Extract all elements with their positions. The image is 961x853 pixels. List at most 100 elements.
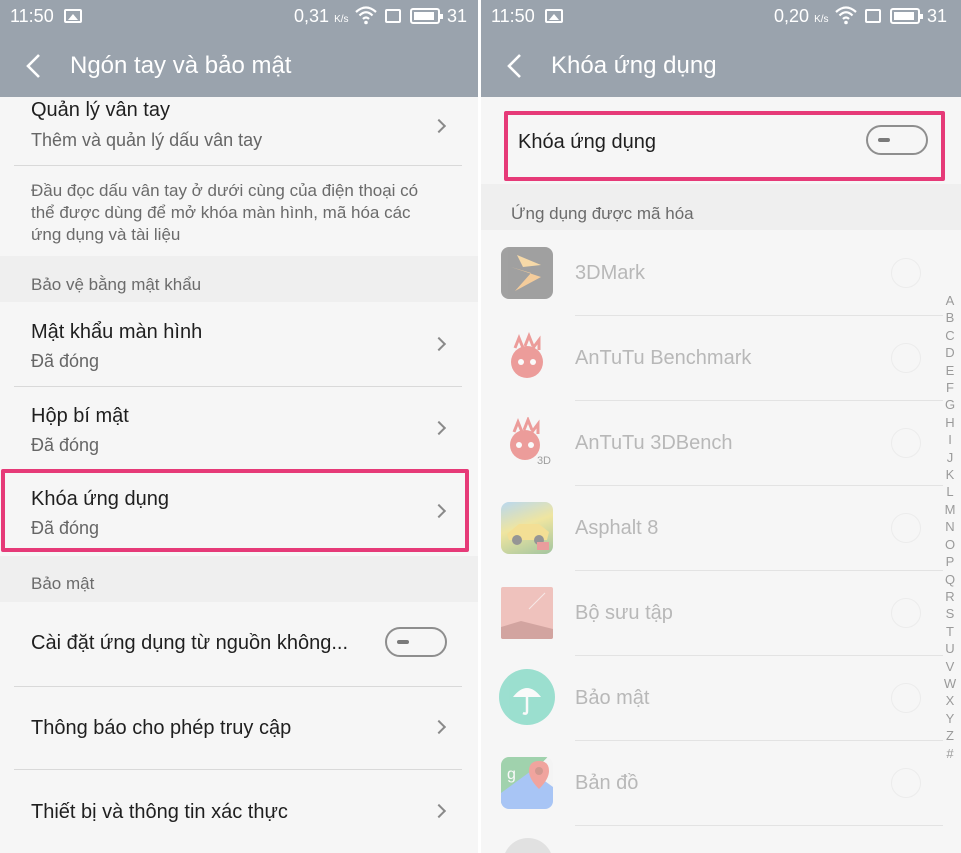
back-arrow-icon[interactable] <box>503 52 529 80</box>
item-title: Mật khẩu màn hình <box>31 321 203 343</box>
index-letter[interactable]: A <box>943 292 957 309</box>
index-letter[interactable]: F <box>943 379 957 396</box>
page-title: Ngón tay và bảo mật <box>70 52 292 79</box>
index-letter[interactable]: K <box>943 466 957 483</box>
index-letter[interactable]: X <box>943 692 957 709</box>
app-row-asphalt[interactable]: Asphalt 8 <box>481 485 961 570</box>
status-bar: 11:50 0,20 K/s 31 <box>481 0 961 34</box>
antutu-3d-icon: 3D <box>501 417 553 469</box>
app-select-radio[interactable] <box>891 683 921 713</box>
chevron-right-icon <box>431 336 447 352</box>
alphabet-index[interactable]: A B C D E F G H I J K L M N O P Q R S T U V W X Y Z # <box>943 292 957 762</box>
battery-icon <box>890 8 923 24</box>
battery-level: 31 <box>447 6 468 26</box>
app-name: Bản đồ <box>575 772 639 794</box>
screen-icon <box>385 9 401 23</box>
index-letter[interactable]: D <box>943 344 957 361</box>
item-subtitle: Đã đóng <box>31 435 100 455</box>
index-letter[interactable]: Q <box>943 571 957 588</box>
maps-icon: g <box>501 757 553 809</box>
index-letter[interactable]: # <box>943 745 957 762</box>
antutu-icon <box>501 332 553 384</box>
index-letter[interactable]: Z <box>943 727 957 744</box>
app-row-gallery[interactable]: Bộ sưu tập <box>481 570 961 655</box>
notification-access-item[interactable]: Thông báo cho phép truy cập <box>0 687 478 769</box>
divider <box>575 825 943 826</box>
description-line: thể được dùng để mở khóa màn hình, mã hó… <box>31 203 411 222</box>
unknown-sources-item: Cài đặt ứng dụng từ nguồn không... <box>0 602 478 686</box>
index-letter[interactable]: H <box>943 414 957 431</box>
index-letter[interactable]: W <box>943 675 957 692</box>
description-line: ứng dụng và tài liệu <box>31 225 181 244</box>
index-letter[interactable]: O <box>943 536 957 553</box>
index-letter[interactable]: G <box>943 396 957 413</box>
index-letter[interactable]: P <box>943 553 957 570</box>
index-letter[interactable]: T <box>943 623 957 640</box>
app-select-radio[interactable] <box>891 768 921 798</box>
app-select-radio[interactable] <box>891 598 921 628</box>
highlight-box <box>1 469 469 552</box>
secret-box-item[interactable]: Hộp bí mật Đã đóng <box>0 387 478 469</box>
screen-icon <box>865 9 881 23</box>
back-arrow-icon[interactable] <box>22 52 48 80</box>
index-letter[interactable]: U <box>943 640 957 657</box>
index-letter[interactable]: M <box>943 501 957 518</box>
app-icon-partial <box>503 838 553 853</box>
app-bar: Khóa ứng dụng <box>481 34 961 97</box>
index-letter[interactable]: N <box>943 518 957 535</box>
fingerprint-security-screen: 11:50 0,31 K/s 31 Ngón tay và bảo mật Qu… <box>0 0 478 853</box>
image-notification-icon <box>545 9 563 23</box>
asphalt-icon <box>501 502 553 554</box>
status-time: 11:50 <box>10 6 54 26</box>
section-label: Ứng dụng được mã hóa <box>511 204 694 223</box>
item-title: Hộp bí mật <box>31 405 129 427</box>
svg-text:g: g <box>507 766 516 783</box>
gallery-icon <box>501 587 553 639</box>
app-row-maps[interactable]: g Bản đồ <box>481 740 961 825</box>
app-name: 3DMark <box>575 262 646 284</box>
battery-level: 31 <box>927 6 948 26</box>
app-select-radio[interactable] <box>891 513 921 543</box>
index-letter[interactable]: I <box>943 431 957 448</box>
devices-credentials-item[interactable]: Thiết bị và thông tin xác thực <box>0 770 478 853</box>
app-row-antutu-3dbench[interactable]: 3D AnTuTu 3DBench <box>481 400 961 485</box>
item-title: Thiết bị và thông tin xác thực <box>31 801 288 823</box>
app-select-radio[interactable] <box>891 428 921 458</box>
index-letter[interactable]: V <box>943 658 957 675</box>
app-name: Asphalt 8 <box>575 517 659 539</box>
app-bar: Ngón tay và bảo mật <box>0 34 478 97</box>
index-letter[interactable]: S <box>943 605 957 622</box>
index-letter[interactable]: B <box>943 309 957 326</box>
security-icon <box>499 669 555 725</box>
app-row-antutu[interactable]: AnTuTu Benchmark <box>481 315 961 400</box>
app-row-3dmark[interactable]: 3DMark <box>481 230 961 315</box>
chevron-right-icon <box>431 118 447 134</box>
wifi-icon <box>835 6 857 25</box>
page-title: Khóa ứng dụng <box>551 52 717 79</box>
app-select-radio[interactable] <box>891 258 921 288</box>
unknown-sources-toggle[interactable] <box>385 627 447 657</box>
battery-icon <box>410 8 443 24</box>
description-line: Đầu đọc dấu vân tay ở dưới cùng của điện… <box>31 181 419 200</box>
index-letter[interactable]: J <box>943 449 957 466</box>
item-subtitle: Đã đóng <box>31 351 100 371</box>
app-select-radio[interactable] <box>891 343 921 373</box>
chevron-right-icon <box>431 719 447 735</box>
item-title: Cài đặt ứng dụng từ nguồn không... <box>31 632 349 654</box>
index-letter[interactable]: L <box>943 483 957 500</box>
chevron-right-icon <box>431 420 447 436</box>
index-letter[interactable]: E <box>943 362 957 379</box>
chevron-right-icon <box>431 803 447 819</box>
network-speed: 0,31 K/s <box>294 6 349 26</box>
section-header-security: Bảo mật <box>0 556 478 602</box>
fingerprint-management-item[interactable]: Quản lý vân tay Thêm và quản lý dấu vân … <box>0 97 478 165</box>
status-time: 11:50 <box>491 6 535 26</box>
app-row-security[interactable]: Bảo mật <box>481 655 961 740</box>
highlight-box <box>504 111 945 181</box>
wifi-icon <box>355 6 377 25</box>
index-letter[interactable]: R <box>943 588 957 605</box>
screen-password-item[interactable]: Mật khẩu màn hình Đã đóng <box>0 302 478 386</box>
index-letter[interactable]: C <box>943 327 957 344</box>
app-name: AnTuTu Benchmark <box>575 347 752 369</box>
index-letter[interactable]: Y <box>943 710 957 727</box>
